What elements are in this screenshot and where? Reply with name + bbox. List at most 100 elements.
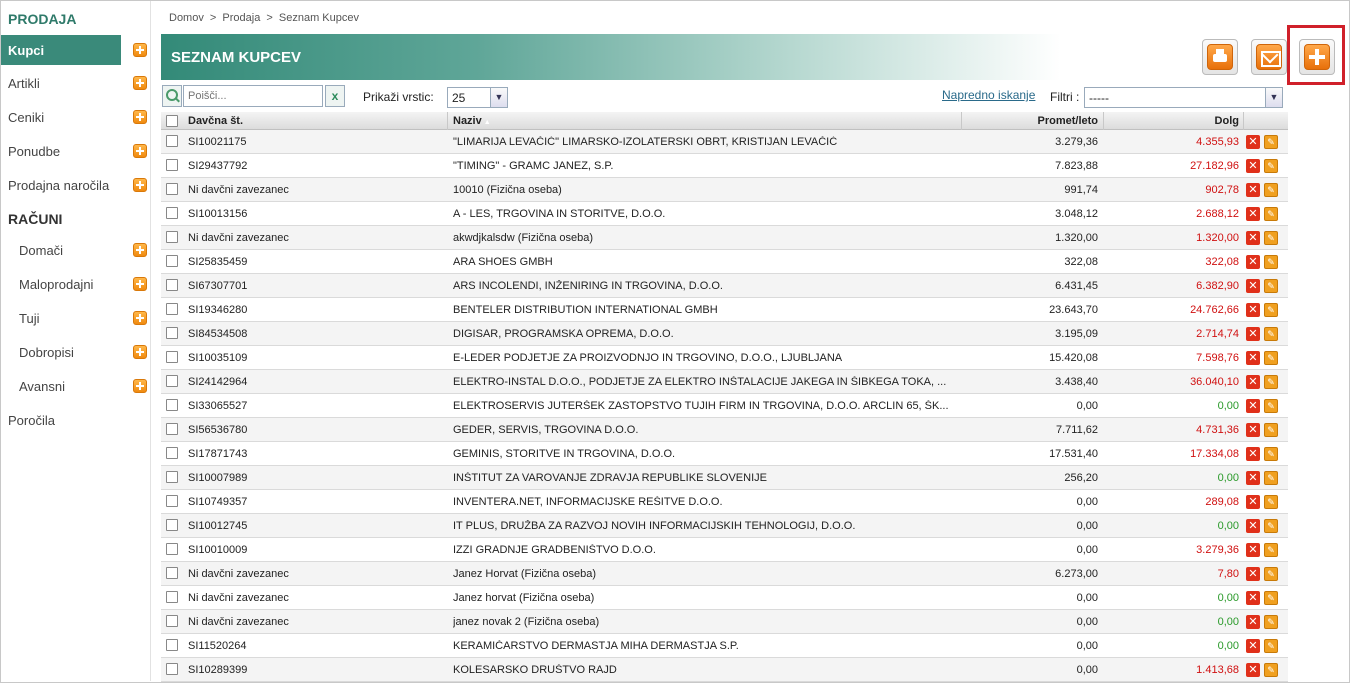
edit-pencil-icon[interactable]: ✎ [1264, 399, 1278, 413]
cell-name[interactable]: KERAMIČARSTVO DERMASTJA MIHA DERMASTJA S… [453, 640, 951, 652]
table-row[interactable]: SI29437792 "TIMING" - GRAMC JANEZ, S.P. 7.… [161, 154, 1288, 178]
table-row[interactable]: SI67307701 ARS INCOLENDI, INŽENIRING IN T… [161, 274, 1288, 298]
edit-pencil-icon[interactable]: ✎ [1264, 567, 1278, 581]
sidebar-item-domaci[interactable]: Domači [1, 235, 151, 265]
cell-name[interactable]: INŠTITUT ZA VAROVANJE ZDRAVJA REPUBLIKE … [453, 472, 951, 484]
cell-name[interactable]: ELEKTROSERVIS JUTERŠEK ZASTOPSTVO TUJIH … [453, 400, 951, 412]
delete-icon[interactable]: ✕ [1246, 471, 1260, 485]
row-checkbox[interactable] [166, 183, 178, 195]
row-checkbox[interactable] [166, 471, 178, 483]
row-checkbox[interactable] [166, 231, 178, 243]
cell-name[interactable]: BENTELER DISTRIBUTION INTERNATIONAL GMBH [453, 304, 951, 316]
row-checkbox[interactable] [166, 423, 178, 435]
search-input[interactable] [183, 85, 323, 107]
email-button[interactable] [1251, 39, 1287, 75]
delete-icon[interactable]: ✕ [1246, 327, 1260, 341]
row-checkbox[interactable] [166, 351, 178, 363]
delete-icon[interactable]: ✕ [1246, 519, 1260, 533]
edit-pencil-icon[interactable]: ✎ [1264, 135, 1278, 149]
add-domaci-icon[interactable] [133, 243, 147, 257]
cell-name[interactable]: akwdjkalsdw (Fizična oseba) [453, 232, 951, 244]
cell-name[interactable]: ELEKTRO-INSTAL D.O.O., PODJETJE ZA ELEKT… [453, 376, 951, 388]
row-checkbox[interactable] [166, 399, 178, 411]
cell-name[interactable]: INVENTERA.NET, INFORMACIJSKE REŠITVE D.O… [453, 496, 951, 508]
row-checkbox[interactable] [166, 447, 178, 459]
cell-name[interactable]: "LIMARIJA LEVAČIĆ" LIMARSKO-IZOLATERSKI … [453, 136, 951, 148]
cell-name[interactable]: KOLESARSKO DRUŠTVO RAJD [453, 664, 951, 676]
cell-name[interactable]: Janez Horvat (Fizična oseba) [453, 568, 951, 580]
row-checkbox[interactable] [166, 207, 178, 219]
cell-name[interactable]: IZZI GRADNJE GRADBENIŠTVO D.O.O. [453, 544, 951, 556]
delete-icon[interactable]: ✕ [1246, 495, 1260, 509]
edit-pencil-icon[interactable]: ✎ [1264, 543, 1278, 557]
advanced-search-link[interactable]: Napredno iskanje [942, 88, 1035, 102]
edit-pencil-icon[interactable]: ✎ [1264, 231, 1278, 245]
table-row[interactable]: SI10013156 A - LES, TRGOVINA IN STORITVE,… [161, 202, 1288, 226]
rows-per-page-select[interactable]: 25 ▼ [447, 87, 508, 108]
row-checkbox[interactable] [166, 327, 178, 339]
breadcrumb-home[interactable]: Domov [169, 12, 204, 24]
row-checkbox[interactable] [166, 663, 178, 675]
table-row[interactable]: SI10007989 INŠTITUT ZA VAROVANJE ZDRAVJA … [161, 466, 1288, 490]
delete-icon[interactable]: ✕ [1246, 423, 1260, 437]
table-row[interactable]: Ni davčni zavezanec Janez Horvat (Fizična… [161, 562, 1288, 586]
cell-name[interactable]: "TIMING" - GRAMC JANEZ, S.P. [453, 160, 951, 172]
table-row[interactable]: SI11520264 KERAMIČARSTVO DERMASTJA MIHA D… [161, 634, 1288, 658]
delete-icon[interactable]: ✕ [1246, 207, 1260, 221]
edit-pencil-icon[interactable]: ✎ [1264, 663, 1278, 677]
delete-icon[interactable]: ✕ [1246, 375, 1260, 389]
sidebar-item-tuji[interactable]: Tuji [1, 303, 151, 333]
header-debt[interactable]: Dolg [1103, 115, 1239, 127]
edit-pencil-icon[interactable]: ✎ [1264, 279, 1278, 293]
delete-icon[interactable]: ✕ [1246, 351, 1260, 365]
edit-pencil-icon[interactable]: ✎ [1264, 591, 1278, 605]
delete-icon[interactable]: ✕ [1246, 279, 1260, 293]
cell-name[interactable]: ARA SHOES GMBH [453, 256, 951, 268]
edit-pencil-icon[interactable]: ✎ [1264, 495, 1278, 509]
add-avansni-icon[interactable] [133, 379, 147, 393]
delete-icon[interactable]: ✕ [1246, 255, 1260, 269]
add-dobropisi-icon[interactable] [133, 345, 147, 359]
sidebar-item-prodajna-narocila[interactable]: Prodajna naročila [1, 170, 151, 200]
add-artikli-icon[interactable] [133, 76, 147, 90]
sidebar-item-dobropisi[interactable]: Dobropisi [1, 337, 151, 367]
delete-icon[interactable]: ✕ [1246, 567, 1260, 581]
add-ceniki-icon[interactable] [133, 110, 147, 124]
table-row[interactable]: Ni davčni zavezanec janez novak 2 (Fizičn… [161, 610, 1288, 634]
table-row[interactable]: Ni davčni zavezanec Janez horvat (Fizična… [161, 586, 1288, 610]
cell-name[interactable]: DIGISAR, PROGRAMSKA OPREMA, D.O.O. [453, 328, 951, 340]
breadcrumb-prodaja[interactable]: Prodaja [222, 12, 260, 24]
select-all-checkbox[interactable] [166, 115, 178, 127]
delete-icon[interactable]: ✕ [1246, 663, 1260, 677]
edit-pencil-icon[interactable]: ✎ [1264, 447, 1278, 461]
delete-icon[interactable]: ✕ [1246, 615, 1260, 629]
row-checkbox[interactable] [166, 495, 178, 507]
header-turnover[interactable]: Promet/leto [961, 115, 1098, 127]
add-tuji-icon[interactable] [133, 311, 147, 325]
table-row[interactable]: SI24142964 ELEKTRO-INSTAL D.O.O., PODJETJ… [161, 370, 1288, 394]
row-checkbox[interactable] [166, 279, 178, 291]
edit-pencil-icon[interactable]: ✎ [1264, 159, 1278, 173]
table-row[interactable]: SI56536780 GEDER, SERVIS, TRGOVINA D.O.O.… [161, 418, 1288, 442]
sidebar-item-ceniki[interactable]: Ceniki [1, 102, 151, 132]
table-row[interactable]: SI10010009 IZZI GRADNJE GRADBENIŠTVO D.O.… [161, 538, 1288, 562]
delete-icon[interactable]: ✕ [1246, 639, 1260, 653]
table-row[interactable]: SI10289399 KOLESARSKO DRUŠTVO RAJD 0,00 1.4… [161, 658, 1288, 682]
cell-name[interactable]: janez novak 2 (Fizična oseba) [453, 616, 951, 628]
edit-pencil-icon[interactable]: ✎ [1264, 207, 1278, 221]
edit-pencil-icon[interactable]: ✎ [1264, 423, 1278, 437]
row-checkbox[interactable] [166, 255, 178, 267]
delete-icon[interactable]: ✕ [1246, 447, 1260, 461]
add-maloprodajni-icon[interactable] [133, 277, 147, 291]
row-checkbox[interactable] [166, 519, 178, 531]
delete-icon[interactable]: ✕ [1246, 543, 1260, 557]
edit-pencil-icon[interactable]: ✎ [1264, 255, 1278, 269]
edit-pencil-icon[interactable]: ✎ [1264, 327, 1278, 341]
cell-name[interactable]: IT PLUS, DRUŽBA ZA RAZVOJ NOVIH INFORMAC… [453, 520, 951, 532]
row-checkbox[interactable] [166, 135, 178, 147]
edit-pencil-icon[interactable]: ✎ [1264, 615, 1278, 629]
cell-name[interactable]: ARS INCOLENDI, INŽENIRING IN TRGOVINA, D… [453, 280, 951, 292]
cell-name[interactable]: GEMINIS, STORITVE IN TRGOVINA, D.O.O. [453, 448, 951, 460]
filter-select[interactable]: ----- ▼ [1084, 87, 1283, 108]
edit-pencil-icon[interactable]: ✎ [1264, 351, 1278, 365]
